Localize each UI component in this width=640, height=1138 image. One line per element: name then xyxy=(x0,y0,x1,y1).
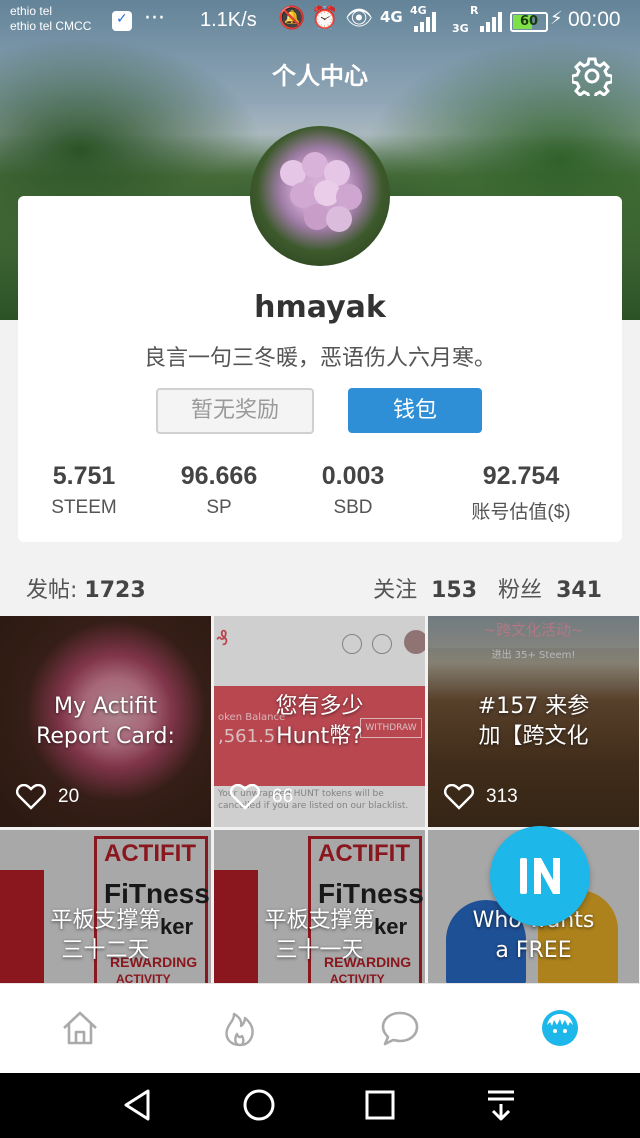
stat-value: 0.003 xyxy=(321,462,385,490)
signal-icon xyxy=(412,10,438,32)
post-tile[interactable]: ~跨文化活动~ 进出 35+ Steem! #157 来参 加【跨文化 313 xyxy=(428,616,639,827)
avatar[interactable] xyxy=(250,126,390,266)
heart-icon xyxy=(16,784,46,810)
back-icon[interactable] xyxy=(120,1087,156,1123)
charging-icon: ⚡ xyxy=(550,8,563,29)
counts-row: 发帖: 1723 关注 153 粉丝 341 xyxy=(0,572,640,606)
home-icon[interactable] xyxy=(60,1008,100,1048)
post-title: 平板支撑第 三十二天 xyxy=(50,908,161,963)
stat-value: 5.751 xyxy=(52,462,116,490)
following-label[interactable]: 关注 xyxy=(373,578,417,603)
stat-sbd: 0.003 SBD xyxy=(302,462,404,519)
followers-label[interactable]: 粉丝 xyxy=(498,578,542,603)
recents-icon[interactable] xyxy=(362,1087,398,1123)
network-4g: 4G xyxy=(380,8,403,26)
status-bar: ethio tel ethio tel CMCC ··· 1.1K/s 🔕⏰👁 … xyxy=(0,0,640,44)
stat-label: 账号估值($) xyxy=(471,502,571,523)
page-title: 个人中心 xyxy=(272,62,368,90)
profile-screen: ethio tel ethio tel CMCC ··· 1.1K/s 🔕⏰👁 … xyxy=(0,0,640,1138)
followers-count[interactable]: 341 xyxy=(556,578,602,603)
network-3g: 3G xyxy=(452,22,469,35)
signal-icon-2 xyxy=(478,10,504,32)
notification-pull-icon[interactable] xyxy=(483,1087,519,1123)
reward-button[interactable]: 暂无奖励 xyxy=(156,388,314,434)
post-tile[interactable]: oken Balance ,561.5 WITHDRAW Your unwrap… xyxy=(214,616,425,827)
post-tile[interactable]: ACTIFIT FiTness ker REWARDING ACTIVITY 平… xyxy=(0,830,211,983)
stat-account-value: 92.754 账号估值($) xyxy=(456,462,586,524)
chat-icon[interactable] xyxy=(380,1008,420,1048)
stat-value: 92.754 xyxy=(482,462,560,490)
clock: 00:00 xyxy=(568,8,621,31)
post-tile[interactable]: ACTIFIT FiTness ker REWARDING ACTIVITY 平… xyxy=(214,830,425,983)
profile-icon[interactable] xyxy=(540,1008,580,1048)
wallet-button[interactable]: 钱包 xyxy=(348,388,482,433)
post-title: #157 来参 加【跨文化 xyxy=(477,694,590,749)
stat-value: 96.666 xyxy=(180,462,258,490)
stat-label: SBD xyxy=(333,497,373,518)
posts-count[interactable]: 发帖: 1723 xyxy=(26,572,146,604)
carrier-text: ethio tel ethio tel CMCC xyxy=(10,4,92,33)
bio: 良言一句三冬暖，恶语伤人六月寒。 xyxy=(143,346,496,371)
heart-icon xyxy=(444,784,474,810)
gear-icon[interactable] xyxy=(570,56,614,101)
username: hmayak xyxy=(254,290,386,325)
status-icons: 🔕⏰👁 xyxy=(278,6,379,31)
network-speed: 1.1K/s xyxy=(200,9,257,31)
mute-icon: 🔕 xyxy=(278,6,312,31)
more-notifications-icon: ··· xyxy=(144,6,165,31)
stat-steem: 5.751 STEEM xyxy=(34,462,134,519)
alarm-icon: ⏰ xyxy=(311,6,345,31)
system-navigation-bar xyxy=(0,1073,640,1138)
fire-icon[interactable] xyxy=(220,1008,260,1048)
post-title: 您有多少 Hunt幣? xyxy=(275,694,364,749)
heart-icon xyxy=(230,784,260,810)
bottom-tab-bar xyxy=(0,983,640,1073)
follow-counts: 关注 153 粉丝 341 xyxy=(373,572,602,604)
post-title: My Actifit Report Card: xyxy=(36,694,175,749)
battery-icon: 60 xyxy=(510,12,548,32)
post-title: 平板支撑第 三十一天 xyxy=(264,908,375,963)
stat-label: SP xyxy=(206,497,232,518)
stat-label: STEEM xyxy=(51,497,117,518)
eye-icon: 👁 xyxy=(344,6,379,31)
shield-icon xyxy=(112,11,132,31)
following-count[interactable]: 153 xyxy=(431,578,477,603)
post-tile[interactable]: My Actifit Report Card: 20 xyxy=(0,616,211,827)
in-logo-icon xyxy=(520,858,560,894)
stat-sp: 96.666 SP xyxy=(164,462,274,519)
home-circle-icon[interactable] xyxy=(241,1087,277,1123)
steem-in-fab-button[interactable] xyxy=(490,826,590,926)
